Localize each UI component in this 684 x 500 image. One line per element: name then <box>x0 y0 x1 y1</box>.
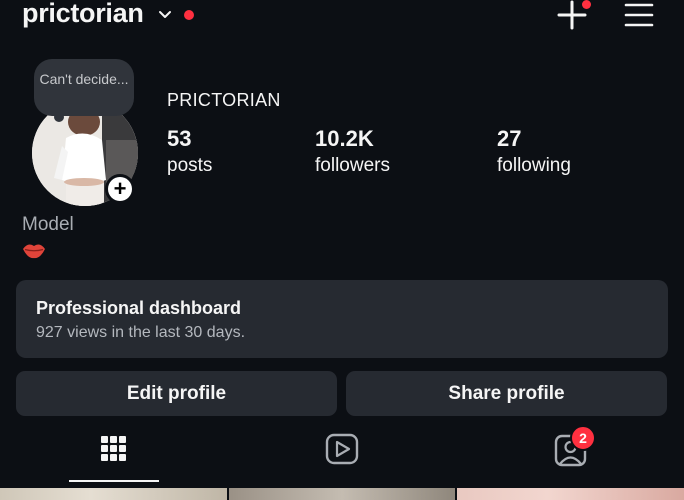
stat-followers[interactable]: 10.2K followers <box>315 126 390 177</box>
edit-profile-button[interactable]: Edit profile <box>16 371 337 416</box>
stat-following[interactable]: 27 following <box>497 126 571 177</box>
tagged-count-badge: 2 <box>570 425 596 451</box>
display-name: PRICTORIAN <box>167 90 281 110</box>
plus-icon: + <box>108 177 132 201</box>
bio-category: Model <box>22 214 74 235</box>
stat-posts-count: 53 <box>167 126 192 151</box>
dashboard-subtitle: 927 views in the last 30 days. <box>36 324 246 341</box>
active-tab-indicator <box>69 480 159 482</box>
share-profile-button[interactable]: Share profile <box>346 371 667 416</box>
chevron-down-icon[interactable] <box>158 8 172 22</box>
stat-following-label: following <box>497 155 571 176</box>
professional-dashboard[interactable]: Professional dashboard 927 views in the … <box>16 280 668 358</box>
grid-icon <box>101 436 126 461</box>
stat-posts[interactable]: 53 posts <box>167 126 212 177</box>
post-thumbnail[interactable] <box>457 488 684 500</box>
notification-dot <box>184 10 194 20</box>
stat-posts-label: posts <box>167 155 213 176</box>
note-bubble-tail <box>54 112 64 122</box>
create-notification-dot <box>582 0 591 9</box>
stat-followers-count: 10.2K <box>315 126 374 151</box>
tab-posts-grid[interactable] <box>69 426 159 482</box>
account-switcher-username[interactable]: prictorian <box>22 0 144 29</box>
post-thumbnail[interactable] <box>0 488 227 500</box>
hamburger-menu-icon[interactable] <box>624 2 654 28</box>
stat-following-count: 27 <box>497 126 522 151</box>
stat-followers-label: followers <box>315 155 390 176</box>
lips-icon <box>23 244 45 259</box>
post-thumbnail[interactable] <box>229 488 455 500</box>
reels-icon <box>325 433 359 465</box>
add-story-badge[interactable]: + <box>105 174 135 204</box>
top-bar: prictorian <box>0 0 684 34</box>
dashboard-title: Professional dashboard <box>36 298 242 318</box>
tab-reels[interactable] <box>300 426 384 482</box>
note-bubble[interactable]: Can't decide... <box>34 59 134 116</box>
